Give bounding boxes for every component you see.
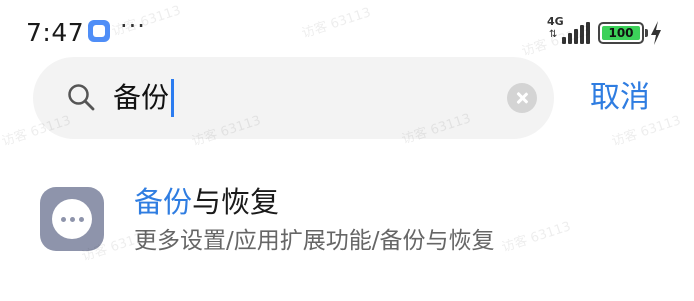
result-path: 更多设置/应用扩展功能/备份与恢复 (134, 228, 495, 254)
clear-icon[interactable] (507, 83, 537, 113)
battery-tip (645, 29, 648, 37)
battery-icon: 100 (598, 22, 644, 44)
text-cursor (171, 79, 175, 117)
result-title-highlight: 备份 (134, 185, 193, 219)
search-query-text: 备份 (113, 81, 170, 114)
app-notification-icon (88, 20, 110, 42)
battery-level: 100 (602, 26, 640, 40)
search-bar[interactable] (33, 57, 554, 139)
result-title: 备份与恢复 (134, 183, 279, 221)
charging-icon (651, 21, 661, 45)
search-icon (68, 84, 95, 111)
result-title-rest: 与恢复 (192, 185, 280, 219)
cancel-button[interactable]: 取消 (590, 78, 650, 118)
search-result-item[interactable]: 备份与恢复 更多设置/应用扩展功能/备份与恢复 (0, 170, 694, 280)
status-time: 7:47 (26, 18, 85, 47)
search-input[interactable]: 备份 (113, 79, 175, 117)
